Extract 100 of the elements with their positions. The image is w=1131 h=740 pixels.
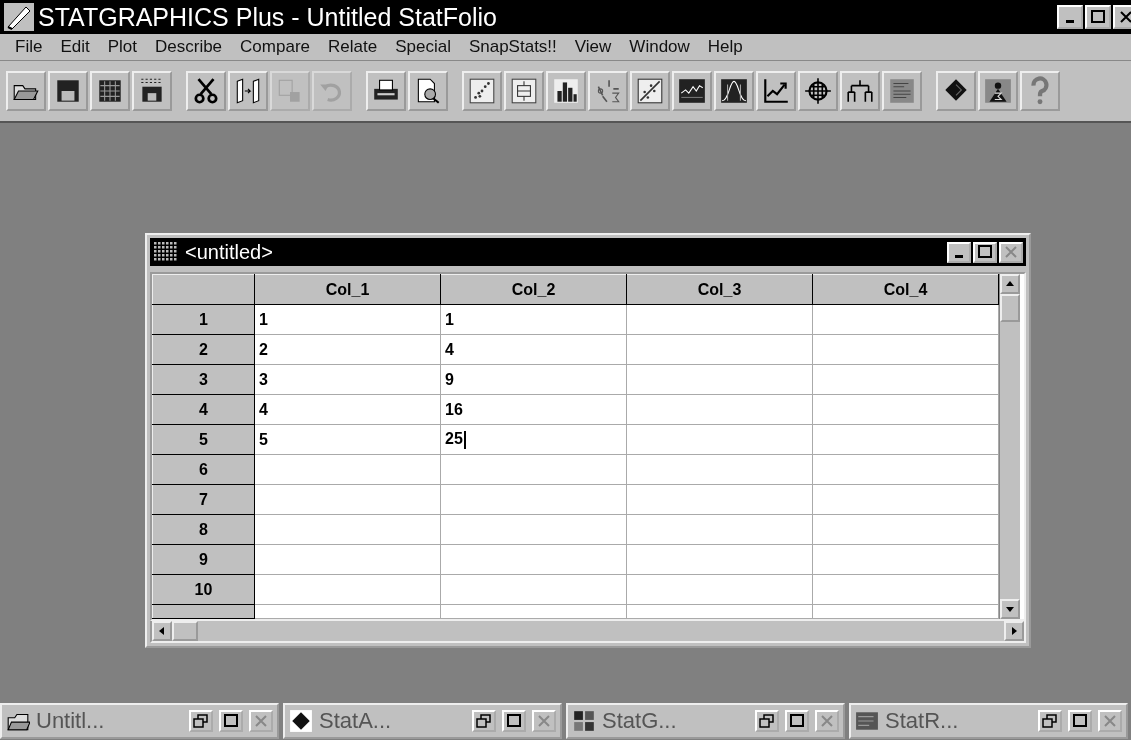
box-plot-icon xyxy=(509,76,539,106)
restore-button[interactable] xyxy=(755,710,779,732)
table-cell[interactable]: 2 xyxy=(254,334,441,365)
window-title: STATGRAPHICS Plus - Untitled StatFolio xyxy=(38,2,498,32)
minimize-button[interactable] xyxy=(947,241,971,263)
row-header[interactable]: 1 xyxy=(152,304,255,335)
menu-item[interactable]: File xyxy=(6,37,52,57)
toolbar-button[interactable] xyxy=(6,71,46,111)
toolbar-button[interactable] xyxy=(978,71,1018,111)
table-cell[interactable]: 25 xyxy=(440,424,627,455)
row-header[interactable]: 9 xyxy=(152,544,255,575)
scroll-left-button[interactable] xyxy=(152,621,172,641)
restore-icon xyxy=(759,714,775,728)
menu-item[interactable]: View xyxy=(565,37,621,57)
menu-item[interactable]: Describe xyxy=(146,37,232,57)
window-title: StatA... xyxy=(319,708,393,734)
maximize-icon xyxy=(1072,714,1088,728)
menu-item[interactable]: Window xyxy=(620,37,699,57)
minimize-button[interactable] xyxy=(1057,5,1083,29)
menu-item[interactable]: SnapStats!! xyxy=(459,37,566,57)
row-header[interactable]: 4 xyxy=(152,394,255,425)
restore-button[interactable] xyxy=(189,710,213,732)
toolbar-button[interactable] xyxy=(840,71,880,111)
column-header[interactable]: Col_4 xyxy=(812,274,999,305)
toolbar-button[interactable] xyxy=(228,71,268,111)
table-cell[interactable]: 16 xyxy=(440,394,627,425)
restore-button[interactable] xyxy=(472,710,496,732)
scroll-thumb[interactable] xyxy=(172,621,198,641)
menu-item[interactable]: Relate xyxy=(319,37,387,57)
row-header[interactable]: 3 xyxy=(152,364,255,395)
scroll-down-button[interactable] xyxy=(1000,599,1020,619)
minimize-icon xyxy=(955,254,963,258)
toolbar-button[interactable] xyxy=(504,71,544,111)
scroll-thumb[interactable] xyxy=(1000,294,1020,322)
restore-button[interactable] xyxy=(1038,710,1062,732)
scroll-up-button[interactable] xyxy=(1000,274,1020,294)
row-header[interactable]: 7 xyxy=(152,484,255,515)
row-header[interactable]: 6 xyxy=(152,454,255,485)
maximize-button[interactable] xyxy=(219,710,243,732)
table-cell[interactable]: 9 xyxy=(440,364,627,395)
minimized-window[interactable]: Untitl... xyxy=(0,703,279,739)
grid-icon xyxy=(153,241,179,263)
maximize-button[interactable] xyxy=(1085,5,1111,29)
toolbar-button[interactable] xyxy=(132,71,172,111)
menu-item[interactable]: Special xyxy=(386,37,460,57)
column-header[interactable]: Col_1 xyxy=(254,274,441,305)
maximize-button[interactable] xyxy=(785,710,809,732)
maximize-icon xyxy=(223,714,239,728)
minimized-window[interactable]: StatG... xyxy=(566,703,845,739)
column-header[interactable]: Col_3 xyxy=(626,274,813,305)
toolbar-button[interactable] xyxy=(186,71,226,111)
row-header[interactable]: 8 xyxy=(152,514,255,545)
scatter-plot-icon xyxy=(467,76,497,106)
row-header[interactable]: 10 xyxy=(152,574,255,605)
toolbar-button[interactable] xyxy=(756,71,796,111)
table-cell[interactable]: 3 xyxy=(254,364,441,395)
toolbar-button[interactable] xyxy=(366,71,406,111)
maximize-button[interactable] xyxy=(973,241,997,263)
left-arrow-icon xyxy=(157,626,167,636)
close-button[interactable] xyxy=(999,241,1023,263)
bar-chart-icon xyxy=(551,76,581,106)
close-icon xyxy=(253,714,269,728)
menu-item[interactable]: Plot xyxy=(98,37,146,57)
column-header[interactable]: Col_2 xyxy=(440,274,627,305)
maximize-icon xyxy=(977,245,993,259)
table-cell[interactable]: 1 xyxy=(440,304,627,335)
maximize-button[interactable] xyxy=(1068,710,1092,732)
toolbar-button[interactable] xyxy=(936,71,976,111)
pen-icon[interactable] xyxy=(4,3,34,31)
maximize-icon xyxy=(789,714,805,728)
figure-sigma-icon xyxy=(983,76,1013,106)
toolbar-button[interactable] xyxy=(798,71,838,111)
toolbar-button[interactable] xyxy=(882,71,922,111)
toolbar-button[interactable] xyxy=(90,71,130,111)
toolbar-button[interactable] xyxy=(672,71,712,111)
toolbar-button[interactable] xyxy=(630,71,670,111)
restore-icon xyxy=(476,714,492,728)
maximize-button[interactable] xyxy=(502,710,526,732)
table-cell[interactable]: 5 xyxy=(254,424,441,455)
row-header[interactable]: 5 xyxy=(152,424,255,455)
table-cell[interactable]: 4 xyxy=(254,394,441,425)
menu-item[interactable]: Help xyxy=(698,37,752,57)
table-cell[interactable]: 4 xyxy=(440,334,627,365)
close-icon xyxy=(536,714,552,728)
vertical-scrollbar[interactable] xyxy=(999,274,1020,619)
toolbar-button[interactable] xyxy=(48,71,88,111)
menu-item[interactable]: Compare xyxy=(231,37,319,57)
table-cell[interactable]: 1 xyxy=(254,304,441,335)
down-arrow-icon xyxy=(1005,604,1015,614)
row-header[interactable]: 2 xyxy=(152,334,255,365)
menu-item[interactable]: Edit xyxy=(51,37,99,57)
horizontal-scrollbar[interactable] xyxy=(150,621,1026,643)
toolbar-button[interactable] xyxy=(408,71,448,111)
minimized-window[interactable]: StatR... xyxy=(849,703,1128,739)
scroll-right-button[interactable] xyxy=(1004,621,1024,641)
minimized-window[interactable]: StatA... xyxy=(283,703,562,739)
diamond-icon xyxy=(289,709,313,733)
toolbar-button[interactable] xyxy=(714,71,754,111)
line-chart-icon xyxy=(677,76,707,106)
toolbar-button[interactable] xyxy=(546,71,586,111)
